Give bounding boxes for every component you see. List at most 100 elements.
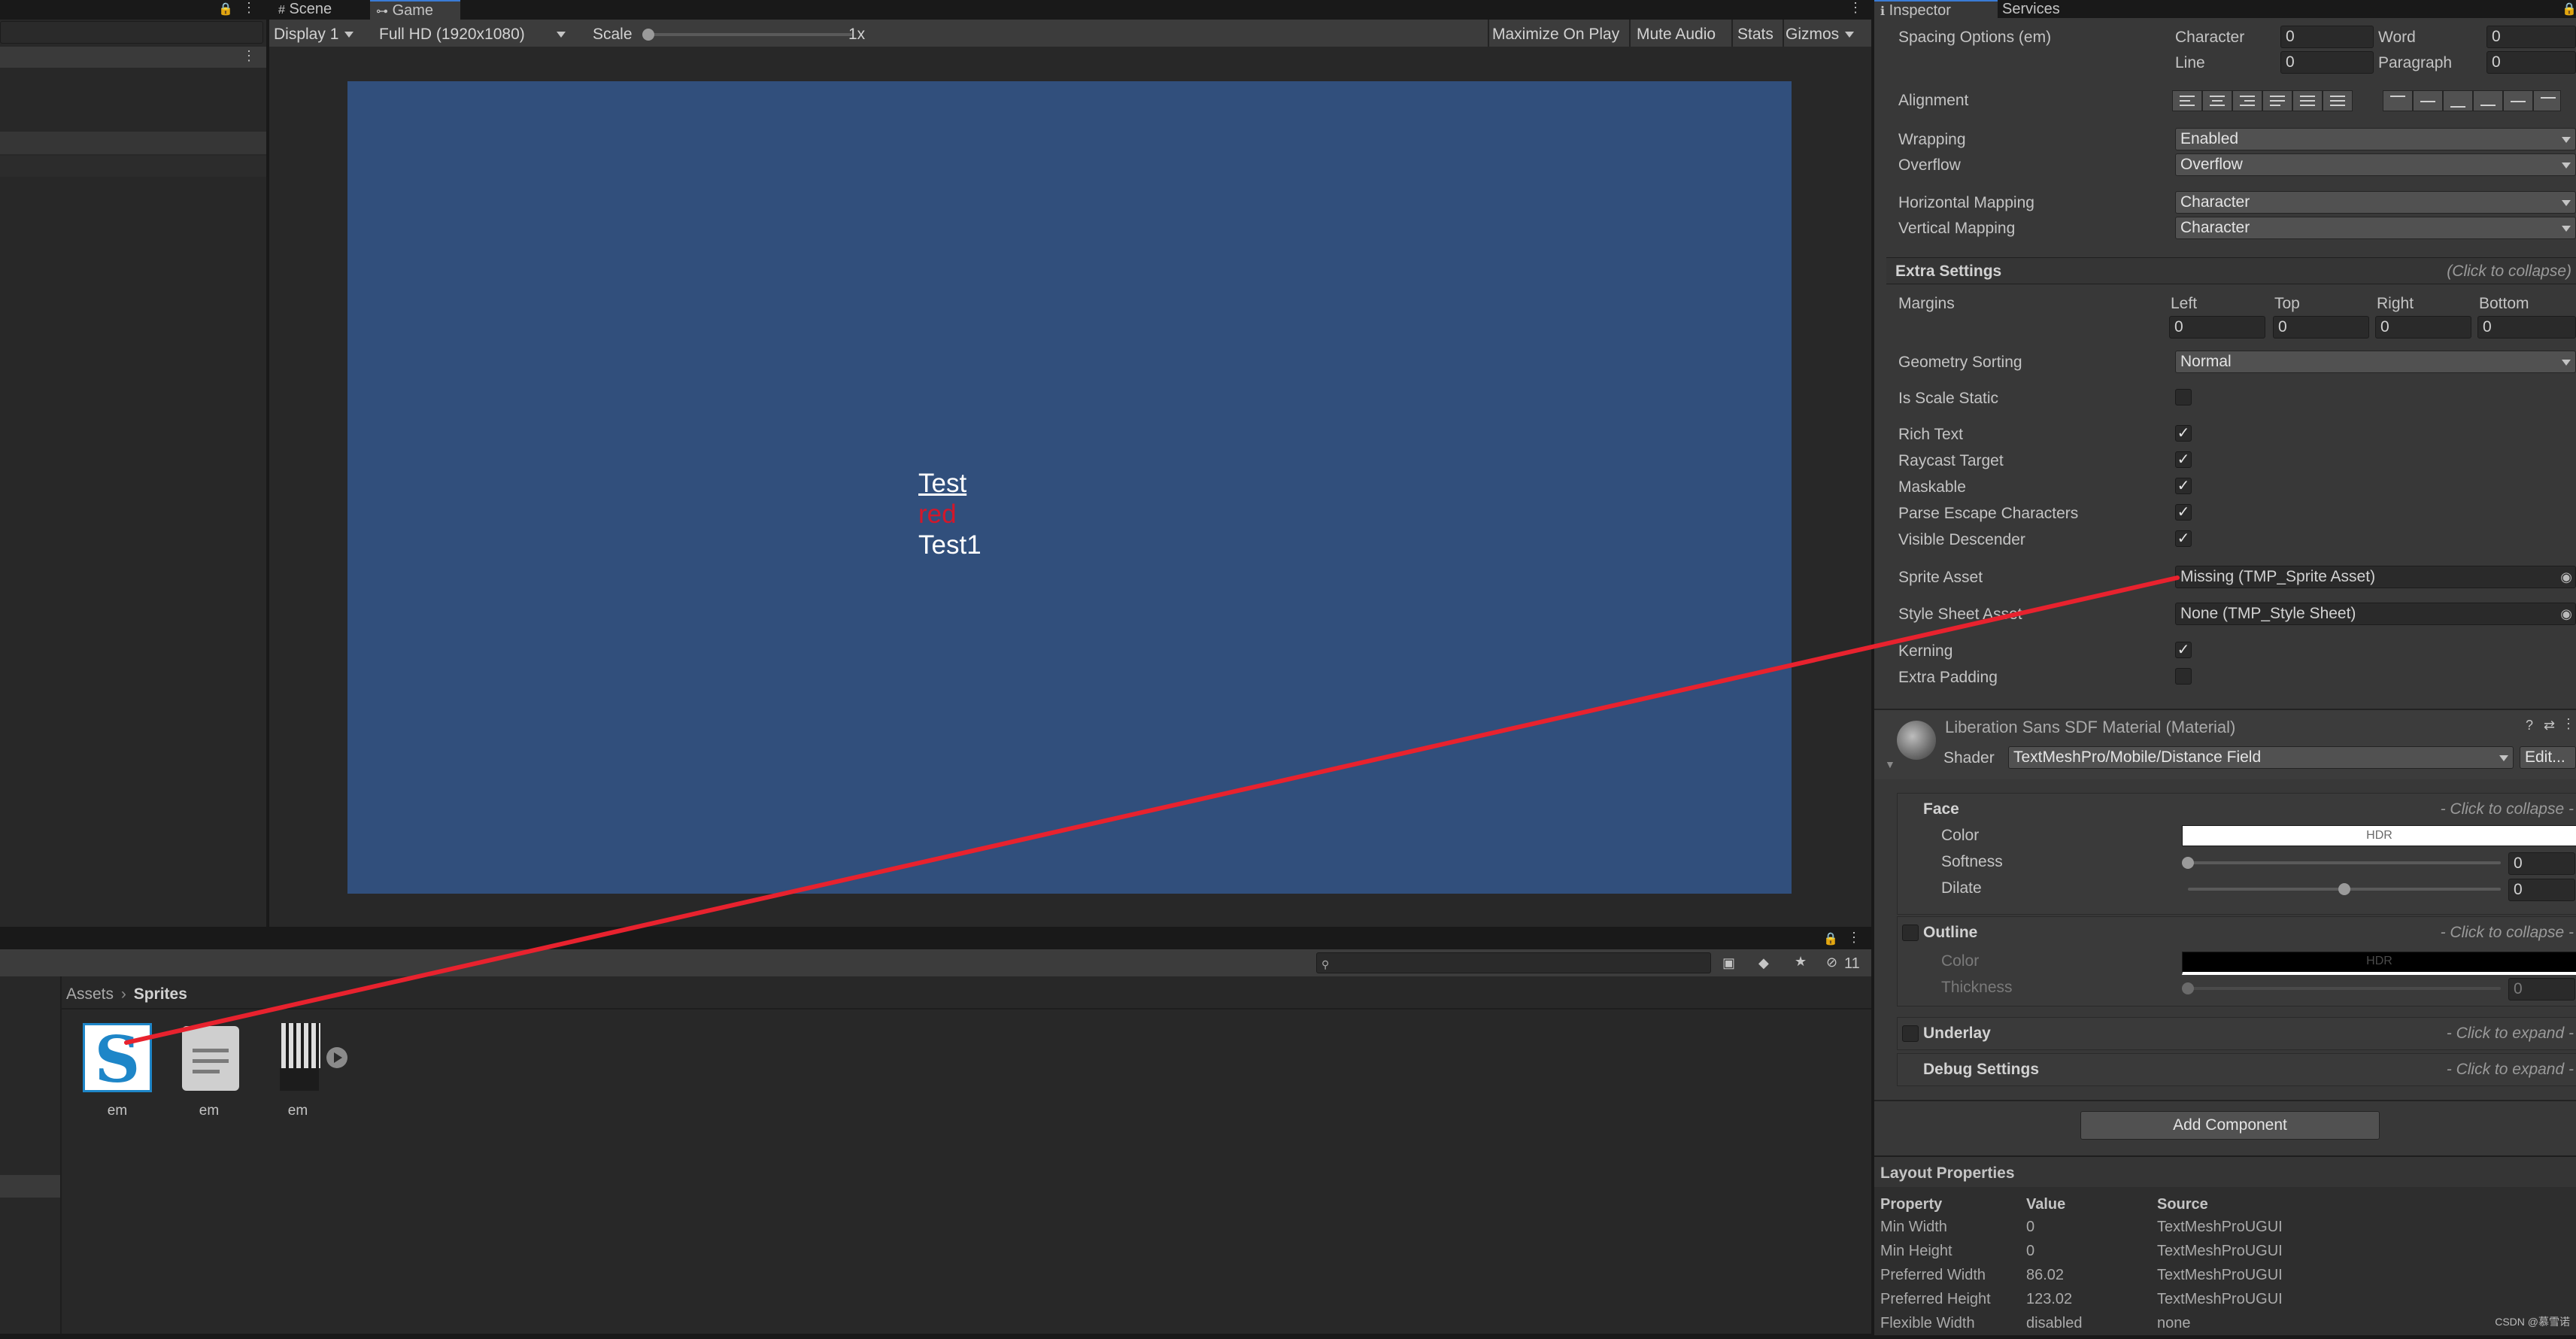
resolution-dropdown[interactable]: Full HD (1920x1080)	[379, 26, 566, 44]
mute-audio-button[interactable]: Mute Audio	[1637, 26, 1716, 44]
project-search-input[interactable]: ⚲	[1316, 952, 1711, 973]
object-picker-icon[interactable]: ◉	[2560, 603, 2572, 624]
line-spacing-input[interactable]: 0	[2280, 51, 2374, 74]
shader-edit-button[interactable]: Edit...	[2520, 746, 2576, 769]
outline-enable-checkbox[interactable]	[1902, 925, 1919, 941]
lock-icon[interactable]: 🔒	[2562, 2, 2576, 17]
align-justified-button[interactable]	[2262, 90, 2292, 111]
extra-padding-checkbox[interactable]	[2175, 668, 2192, 685]
favorite-star-icon[interactable]: ★	[1795, 954, 1807, 970]
margin-bottom-input[interactable]: 0	[2477, 316, 2576, 339]
face-title[interactable]: Face	[1923, 800, 1959, 818]
overflow-dropdown[interactable]: Overflow	[2175, 153, 2576, 176]
wrapping-dropdown[interactable]: Enabled	[2175, 128, 2576, 150]
object-picker-icon[interactable]: ◉	[2560, 566, 2572, 588]
display-dropdown[interactable]: Display 1	[274, 26, 354, 44]
parse-escape-characters-checkbox[interactable]: ✓	[2175, 504, 2192, 521]
is-scale-static-checkbox[interactable]	[2175, 389, 2192, 405]
asset-item[interactable]: em	[262, 1023, 347, 1136]
face-hint[interactable]: - Click to collapse -	[2441, 800, 2574, 818]
filter-by-label-icon[interactable]: ◆	[1758, 955, 1769, 971]
help-icon[interactable]: ?	[2526, 718, 2533, 733]
thickness-slider-thumb[interactable]	[2182, 982, 2194, 994]
tab-services[interactable]: Services	[1996, 0, 2066, 20]
raycast-target-checkbox[interactable]: ✓	[2175, 451, 2192, 468]
align-midline-button[interactable]	[2503, 90, 2533, 111]
align-middle-button[interactable]	[2413, 90, 2443, 111]
gizmos-dropdown[interactable]: Gizmos	[1786, 26, 1855, 44]
kerning-checkbox[interactable]: ✓	[2175, 642, 2192, 658]
layout-properties-header[interactable]: Layout Properties	[1874, 1157, 2576, 1187]
stats-button[interactable]: Stats	[1737, 26, 1773, 44]
rich-text-checkbox[interactable]: ✓	[2175, 425, 2192, 442]
softness-slider-track[interactable]	[2188, 861, 2501, 864]
paragraph-spacing-input[interactable]: 0	[2486, 51, 2576, 74]
extra-settings-header[interactable]: Extra Settings (Click to collapse)	[1886, 257, 2576, 284]
align-geometry-center-button[interactable]	[2323, 90, 2353, 111]
underlay-section[interactable]: Underlay - Click to expand -	[1897, 1017, 2576, 1050]
tab-inspector[interactable]: ℹ Inspector	[1874, 0, 1998, 21]
asset-item[interactable]: em	[171, 1023, 247, 1136]
hierarchy-selected-row[interactable]	[0, 132, 266, 154]
hierarchy-row[interactable]	[0, 156, 266, 177]
softness-input[interactable]: 0	[2508, 852, 2575, 875]
filter-by-type-icon[interactable]: ▣	[1722, 955, 1735, 971]
margin-left-input[interactable]: 0	[2169, 316, 2265, 339]
word-spacing-input[interactable]: 0	[2486, 26, 2576, 48]
style-sheet-asset-field[interactable]: None (TMP_Style Sheet) ◉	[2175, 603, 2576, 625]
outline-hint[interactable]: - Click to collapse -	[2441, 924, 2574, 942]
hierarchy-search-input[interactable]	[0, 21, 263, 44]
align-capline-button[interactable]	[2533, 90, 2561, 111]
hidden-packages-icon[interactable]: ⊘	[1826, 955, 1837, 970]
align-center-button[interactable]	[2202, 90, 2232, 111]
outline-color-swatch[interactable]: HDR	[2182, 952, 2576, 975]
more-menu-icon[interactable]: ⋮	[1847, 930, 1861, 946]
align-bottom-button[interactable]	[2443, 90, 2473, 111]
expand-sprite-play-icon[interactable]	[326, 1047, 347, 1068]
game-view-menu-icon[interactable]: ⋮	[1849, 0, 1862, 16]
face-color-swatch[interactable]: HDR	[2182, 825, 2576, 846]
align-flush-button[interactable]	[2292, 90, 2323, 111]
game-canvas[interactable]: Test red Test1	[347, 81, 1792, 894]
maskable-checkbox[interactable]: ✓	[2175, 478, 2192, 494]
more-menu-icon[interactable]: ⋮	[2562, 716, 2575, 732]
folder-tree-selected-row[interactable]	[0, 1175, 60, 1198]
dilate-input[interactable]: 0	[2508, 879, 2575, 901]
align-baseline-button[interactable]	[2473, 90, 2503, 111]
vertical-mapping-dropdown[interactable]: Character	[2175, 217, 2576, 239]
preset-icon[interactable]: ⇄	[2544, 718, 2555, 733]
add-component-button[interactable]: Add Component	[2080, 1111, 2380, 1140]
margin-top-input[interactable]: 0	[2273, 316, 2369, 339]
more-menu-icon[interactable]: ⋮	[242, 0, 256, 16]
align-left-button[interactable]	[2172, 90, 2202, 111]
hierarchy-scene-row[interactable]: ⋮	[0, 47, 266, 68]
sprite-asset-field[interactable]: Missing (TMP_Sprite Asset) ◉	[2175, 566, 2576, 588]
thickness-slider-track[interactable]	[2188, 987, 2501, 990]
dilate-slider-thumb[interactable]	[2338, 883, 2350, 895]
character-spacing-input[interactable]: 0	[2280, 26, 2374, 48]
tab-game[interactable]: ⊶ Game	[370, 0, 460, 21]
lock-icon[interactable]: 🔒	[218, 2, 233, 17]
outline-title[interactable]: Outline	[1923, 924, 1977, 942]
margin-right-input[interactable]: 0	[2375, 316, 2471, 339]
shader-dropdown[interactable]: TextMeshPro/Mobile/Distance Field	[2008, 746, 2514, 769]
foldout-arrow-icon[interactable]: ▼	[1885, 758, 1895, 770]
maximize-on-play-button[interactable]: Maximize On Play	[1492, 26, 1619, 44]
scene-menu-icon[interactable]: ⋮	[242, 48, 256, 64]
breadcrumb-assets[interactable]: Assets	[66, 985, 114, 1003]
tab-scene[interactable]: # Scene	[272, 0, 338, 20]
align-right-button[interactable]	[2232, 90, 2262, 111]
visible-descender-checkbox[interactable]: ✓	[2175, 530, 2192, 547]
underlay-enable-checkbox[interactable]	[1902, 1025, 1919, 1042]
lock-icon[interactable]: 🔒	[1823, 931, 1838, 946]
scale-slider-thumb[interactable]	[642, 29, 654, 41]
asset-item[interactable]: S em	[81, 1022, 156, 1136]
debug-settings-section[interactable]: Debug Settings - Click to expand -	[1897, 1053, 2576, 1086]
scale-slider-track[interactable]	[649, 33, 852, 36]
thickness-input[interactable]: 0	[2508, 978, 2575, 1000]
breadcrumb-sprites[interactable]: Sprites	[134, 985, 187, 1003]
softness-slider-thumb[interactable]	[2182, 857, 2194, 869]
align-top-button[interactable]	[2383, 90, 2413, 111]
geometry-sorting-dropdown[interactable]: Normal	[2175, 351, 2576, 373]
horizontal-mapping-dropdown[interactable]: Character	[2175, 191, 2576, 214]
